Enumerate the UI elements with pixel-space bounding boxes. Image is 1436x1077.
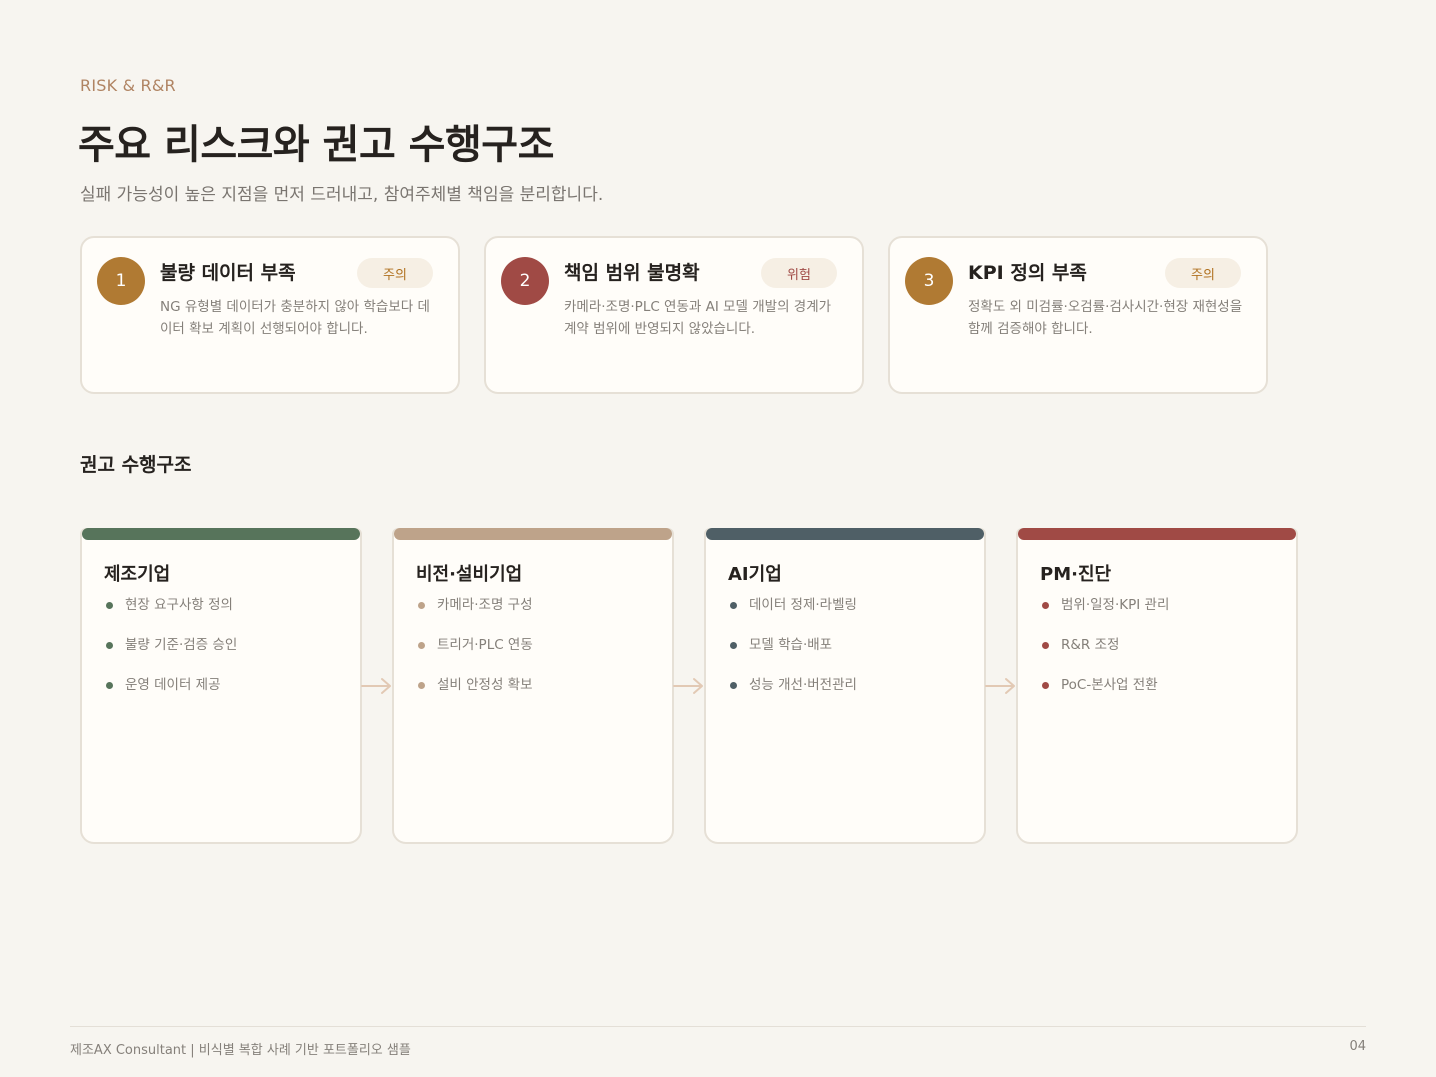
structure-title: PM·진단 [1040, 564, 1112, 585]
risk-number-badge: 1 [97, 257, 145, 305]
list-item: 성능 개선·버전관리 [728, 676, 857, 716]
structure-card-2: 비전·설비기업 카메라·조명 구성 트리거·PLC 연동 설비 안정성 확보 [392, 528, 674, 844]
list-item: 트리거·PLC 연동 [416, 636, 533, 676]
bullet-dot [418, 682, 425, 689]
responsibility-list: 카메라·조명 구성 트리거·PLC 연동 설비 안정성 확보 [416, 596, 533, 716]
risk-title: 책임 범위 불명확 [564, 262, 700, 284]
bullet-dot [1042, 682, 1049, 689]
list-item: 카메라·조명 구성 [416, 596, 533, 636]
structure-title: AI기업 [728, 564, 782, 585]
eyebrow-label: RISK & R&R [80, 76, 176, 95]
structure-title: 제조기업 [104, 564, 171, 585]
risk-level-badge: 주의 [357, 258, 433, 288]
list-item: 운영 데이터 제공 [104, 676, 237, 716]
list-item: R&R 조정 [1040, 636, 1169, 676]
risk-title: KPI 정의 부족 [968, 262, 1087, 284]
risk-number-badge: 2 [501, 257, 549, 305]
page-number: 04 [1349, 1039, 1366, 1054]
risk-card-3: 3 KPI 정의 부족 주의 정확도 외 미검률·오검률·검사시간·현장 재현성… [888, 236, 1268, 394]
section-heading: 권고 수행구조 [80, 454, 192, 476]
risk-description: 정확도 외 미검률·오검률·검사시간·현장 재현성을 함께 검증해야 합니다. [968, 299, 1243, 337]
footer-caption: 제조AX Consultant | 비식별 복합 사례 기반 포트폴리오 샘플 [70, 1043, 411, 1058]
list-item: PoC-본사업 전환 [1040, 676, 1169, 716]
structure-card-1: 제조기업 현장 요구사항 정의 불량 기준·검증 승인 운영 데이터 제공 [80, 528, 362, 844]
list-item: 설비 안정성 확보 [416, 676, 533, 716]
structure-title: 비전·설비기업 [416, 564, 523, 585]
accent-bar [82, 528, 360, 540]
bullet-dot [730, 642, 737, 649]
list-item: 모델 학습·배포 [728, 636, 857, 676]
bullet-dot [1042, 602, 1049, 609]
responsibility-list: 범위·일정·KPI 관리 R&R 조정 PoC-본사업 전환 [1040, 596, 1169, 716]
list-item: 현장 요구사항 정의 [104, 596, 237, 636]
responsibility-list: 데이터 정제·라벨링 모델 학습·배포 성능 개선·버전관리 [728, 596, 857, 716]
responsibility-list: 현장 요구사항 정의 불량 기준·검증 승인 운영 데이터 제공 [104, 596, 237, 716]
accent-bar [1018, 528, 1296, 540]
arrow-right-icon [361, 678, 391, 694]
list-item: 불량 기준·검증 승인 [104, 636, 237, 676]
bullet-dot [106, 642, 113, 649]
footer-divider [70, 1026, 1366, 1027]
structure-card-3: AI기업 데이터 정제·라벨링 모델 학습·배포 성능 개선·버전관리 [704, 528, 986, 844]
bullet-dot [106, 682, 113, 689]
arrow-right-icon [673, 678, 703, 694]
accent-bar [706, 528, 984, 540]
risk-card-2: 2 책임 범위 불명확 위험 카메라·조명·PLC 연동과 AI 모델 개발의 … [484, 236, 864, 394]
bullet-dot [730, 682, 737, 689]
bullet-dot [1042, 642, 1049, 649]
bullet-dot [106, 602, 113, 609]
list-item: 범위·일정·KPI 관리 [1040, 596, 1169, 636]
page-subtitle: 실패 가능성이 높은 지점을 먼저 드러내고, 참여주체별 책임을 분리합니다. [80, 185, 604, 205]
risk-level-badge: 위험 [761, 258, 837, 288]
risk-level-badge: 주의 [1165, 258, 1241, 288]
bullet-dot [418, 642, 425, 649]
structure-card-4: PM·진단 범위·일정·KPI 관리 R&R 조정 PoC-본사업 전환 [1016, 528, 1298, 844]
risk-number-badge: 3 [905, 257, 953, 305]
risk-title: 불량 데이터 부족 [160, 262, 296, 284]
risk-card-1: 1 불량 데이터 부족 주의 NG 유형별 데이터가 충분하지 않아 학습보다 … [80, 236, 460, 394]
page-title: 주요 리스크와 권고 수행구조 [78, 122, 554, 168]
risk-description: NG 유형별 데이터가 충분하지 않아 학습보다 데이터 확보 계획이 선행되어… [160, 299, 430, 337]
accent-bar [394, 528, 672, 540]
bullet-dot [730, 602, 737, 609]
list-item: 데이터 정제·라벨링 [728, 596, 857, 636]
risk-description: 카메라·조명·PLC 연동과 AI 모델 개발의 경계가 계약 범위에 반영되지… [564, 299, 832, 337]
arrow-right-icon [985, 678, 1015, 694]
bullet-dot [418, 602, 425, 609]
